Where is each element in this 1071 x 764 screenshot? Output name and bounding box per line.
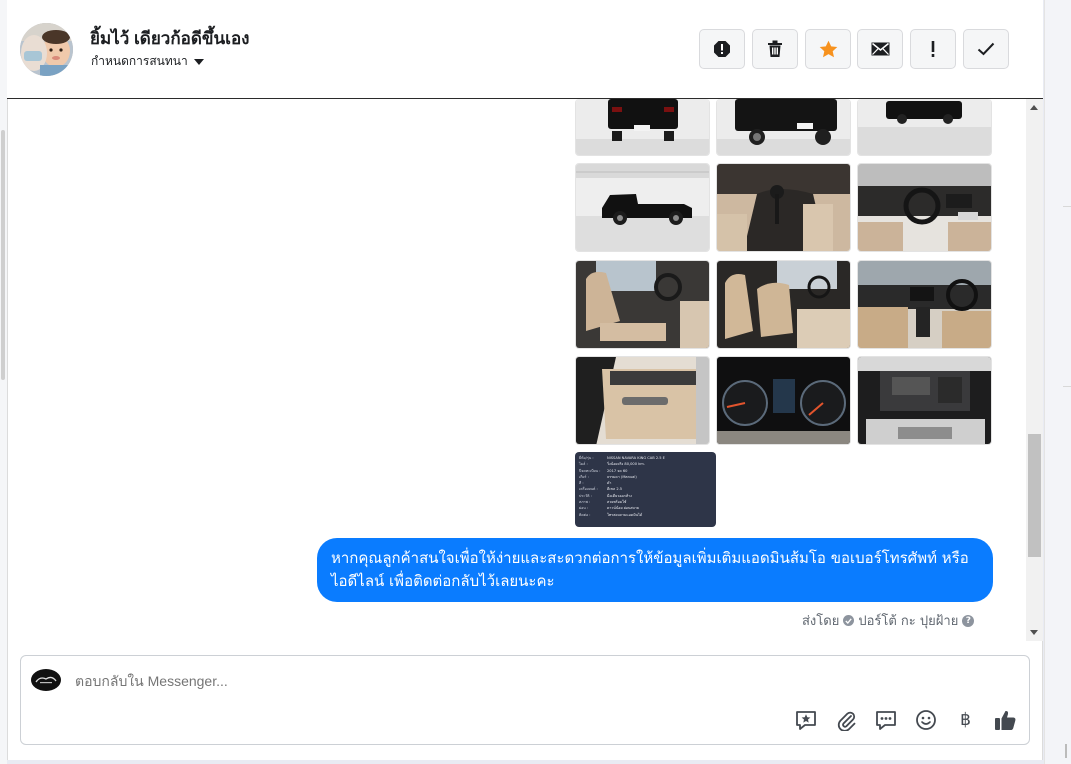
photo-side-far[interactable] bbox=[857, 99, 992, 156]
saved-reply-button[interactable] bbox=[794, 708, 817, 731]
exclamation-icon bbox=[931, 41, 935, 57]
outgoing-message-bubble[interactable]: หากคุณลูกค้าสนใจเพื่อให้ง่ายและสะดวกต่อก… bbox=[317, 538, 993, 602]
delete-button[interactable] bbox=[752, 29, 798, 69]
photo-gauge-cluster[interactable] bbox=[716, 356, 851, 445]
photo-rear-quarter[interactable] bbox=[716, 99, 851, 156]
caret-down-icon bbox=[193, 59, 204, 65]
emoji-button[interactable] bbox=[914, 708, 937, 731]
spec-row: ติดต่อ : โทรสอบถามแอดมินได้ bbox=[579, 512, 712, 518]
payment-icon: ฿ bbox=[960, 709, 971, 730]
left-scroll-thumb[interactable] bbox=[1, 130, 5, 380]
spec-key: ติดต่อ : bbox=[579, 512, 591, 517]
message-scrollbar[interactable] bbox=[1026, 99, 1043, 641]
mark-done-button[interactable] bbox=[963, 29, 1009, 69]
spec-sheet-image[interactable]: ยี่ห้อ/รุ่น : NISSAN NAVARA KING CAB 2.5 … bbox=[575, 452, 716, 527]
mark-unread-button[interactable] bbox=[857, 29, 903, 69]
follow-up-button[interactable] bbox=[910, 29, 956, 69]
photo-interior-seats[interactable] bbox=[716, 260, 851, 349]
reply-composer: ฿ bbox=[20, 655, 1030, 745]
sent-by-line: ส่งโดย ปอร์โต้ กะ ปุยฝ้าย ? bbox=[802, 610, 975, 631]
photo-gear-shifter[interactable] bbox=[716, 163, 851, 252]
star-icon bbox=[819, 40, 837, 58]
attach-icon bbox=[837, 711, 855, 731]
composer-toolbar: ฿ bbox=[794, 708, 1017, 731]
report-spam-button[interactable] bbox=[699, 29, 745, 69]
check-icon bbox=[977, 42, 995, 56]
verified-check-icon bbox=[843, 615, 855, 626]
photo-driver-seat[interactable] bbox=[575, 260, 710, 349]
payment-button[interactable]: ฿ bbox=[954, 708, 977, 731]
sent-by-prefix: ส่งโดย bbox=[802, 614, 840, 629]
sender-name[interactable]: ปอร์โต้ กะ ปุยฝ้าย bbox=[858, 610, 958, 631]
contact-avatar[interactable] bbox=[20, 23, 73, 76]
photo-side-profile[interactable] bbox=[575, 163, 710, 252]
contact-name: ยิ้มไว้ เดียวก้อดีขึ้นเอง bbox=[90, 29, 250, 48]
photo-engine-bay[interactable] bbox=[857, 356, 992, 445]
assign-conversation-dropdown[interactable]: กำหนดการสนทนา bbox=[91, 52, 204, 71]
envelope-icon bbox=[871, 42, 889, 56]
scroll-down-arrow-icon[interactable] bbox=[1030, 630, 1038, 635]
photo-rear-view[interactable] bbox=[575, 99, 710, 156]
like-button[interactable] bbox=[994, 708, 1017, 731]
emoji-icon bbox=[915, 709, 936, 730]
scroll-up-arrow-icon[interactable] bbox=[1030, 105, 1038, 110]
spec-value: โทรสอบถามแอดมินได้ bbox=[607, 512, 643, 517]
quick-reply-icon bbox=[875, 710, 896, 730]
photo-door-panel[interactable] bbox=[575, 356, 710, 445]
spec-sheet-rows: ยี่ห้อ/รุ่น : NISSAN NAVARA KING CAB 2.5 … bbox=[579, 455, 712, 518]
page-avatar bbox=[31, 669, 61, 691]
saved-reply-icon bbox=[795, 710, 816, 730]
trash-icon bbox=[768, 40, 782, 57]
reply-input[interactable] bbox=[75, 673, 795, 689]
help-question-icon[interactable]: ? bbox=[962, 614, 975, 627]
attach-file-button[interactable] bbox=[834, 708, 857, 731]
left-scroll-strip bbox=[0, 0, 7, 764]
scroll-thumb[interactable] bbox=[1028, 434, 1041, 557]
spec-value: ธรรมดา (Manual) bbox=[607, 474, 637, 479]
spam-icon bbox=[714, 41, 730, 57]
message-text: หากคุณลูกค้าสนใจเพื่อให้ง่ายและสะดวกต่อก… bbox=[331, 549, 969, 590]
photo-center-console[interactable] bbox=[857, 260, 992, 349]
star-button[interactable] bbox=[805, 29, 851, 69]
assign-label: กำหนดการสนทนา bbox=[91, 54, 188, 68]
photo-dashboard[interactable] bbox=[857, 163, 992, 252]
conversation-header: ยิ้มไว้ เดียวก้อดีขึ้นเอง กำหนดการสนทนา bbox=[7, 0, 1043, 99]
like-icon bbox=[995, 710, 1016, 730]
right-side-strip bbox=[1044, 0, 1071, 764]
quick-reply-button[interactable] bbox=[874, 708, 897, 731]
